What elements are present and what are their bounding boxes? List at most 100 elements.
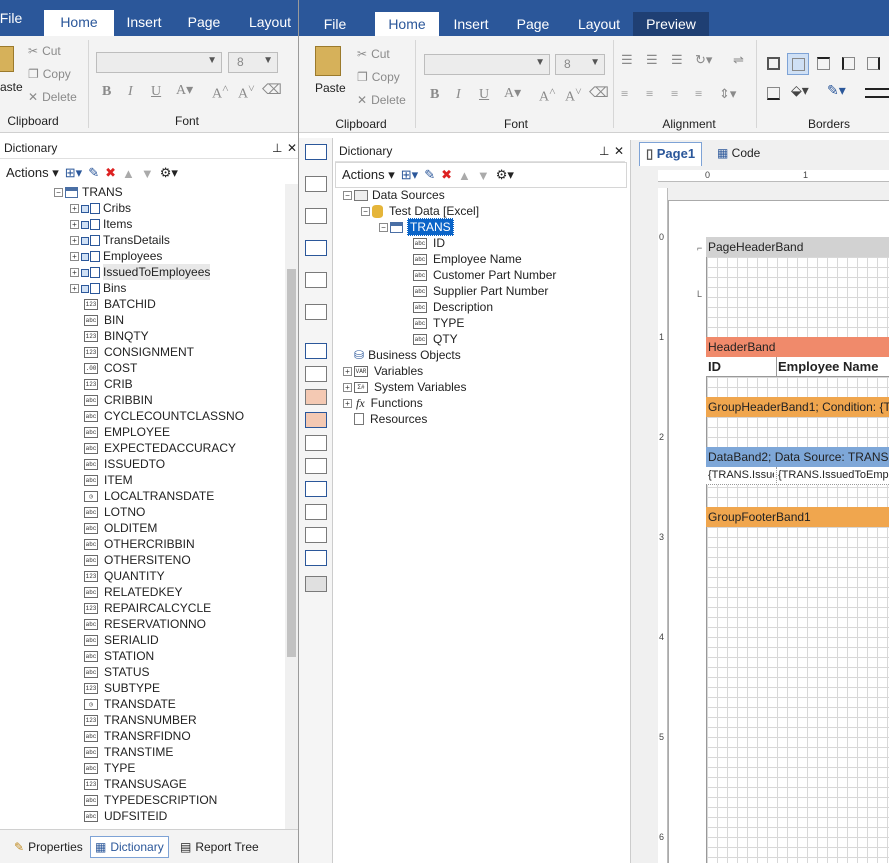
- pin-icon[interactable]: ⊥: [599, 140, 609, 162]
- front-actions-menu[interactable]: Actions ▾: [342, 167, 395, 183]
- tree-column[interactable]: abc RESERVATIONNO: [84, 616, 206, 632]
- front-font-name-combo[interactable]: ▼: [424, 54, 550, 75]
- front-tab-page[interactable]: Page: [507, 12, 559, 36]
- collapse-icon[interactable]: −: [379, 222, 388, 232]
- back-tree-scroll-thumb[interactable]: [287, 269, 296, 657]
- back-cut-button[interactable]: ✂ Cut: [28, 44, 61, 58]
- tree-column[interactable]: 123 SUBTYPE: [84, 680, 160, 696]
- settings-tool-icon[interactable]: [305, 576, 327, 592]
- back-font-size-combo[interactable]: 8 ▼: [228, 52, 278, 73]
- justify-icon[interactable]: ≡: [695, 86, 702, 102]
- underline-icon[interactable]: U: [479, 87, 489, 103]
- tree-column[interactable]: abc OLDITEM: [84, 520, 157, 536]
- back-font-name-combo[interactable]: ▼: [96, 52, 222, 73]
- text-tool-icon[interactable]: [305, 366, 327, 382]
- close-icon[interactable]: ✕: [614, 140, 624, 162]
- tree-column[interactable]: abc TYPE: [84, 760, 135, 776]
- tree-field[interactable]: abc Supplier Part Number: [413, 283, 548, 299]
- doc-tab-code[interactable]: ▦ Code: [713, 142, 764, 166]
- back-tab-insert[interactable]: Insert: [118, 10, 170, 34]
- back-tree-scrollbar[interactable]: [285, 184, 298, 829]
- chart-tool-icon[interactable]: [305, 550, 327, 566]
- band-group-footer[interactable]: GroupFooterBand1: [706, 507, 889, 527]
- tree-relation[interactable]: + IssuedToEmployees: [70, 264, 211, 280]
- expand-icon[interactable]: +: [70, 283, 79, 293]
- font-color-icon[interactable]: A▾: [176, 82, 193, 99]
- rich-text-tool-icon[interactable]: [305, 412, 327, 428]
- barcode-tool-icon[interactable]: [305, 240, 327, 256]
- expand-icon[interactable]: +: [70, 219, 79, 229]
- clear-format-icon[interactable]: ⌫: [262, 82, 282, 99]
- tree-relation[interactable]: + Employees: [70, 248, 162, 264]
- component-tool-icon[interactable]: [305, 304, 327, 320]
- tree-column[interactable]: 123 CONSIGNMENT: [84, 344, 194, 360]
- align-right-icon[interactable]: ≡: [671, 86, 678, 102]
- band-group-header[interactable]: GroupHeaderBand1; Condition: {TR: [706, 397, 889, 417]
- tree-relation[interactable]: + Cribs: [70, 200, 131, 216]
- panel-tool-icon[interactable]: [305, 458, 327, 474]
- tree-column[interactable]: abc BIN: [84, 312, 124, 328]
- front-font-size-combo[interactable]: 8 ▼: [555, 54, 605, 75]
- new-item-icon[interactable]: ⊞▾: [401, 167, 418, 183]
- doc-tab-page1[interactable]: ▯ Page1: [639, 142, 703, 166]
- collapse-icon[interactable]: −: [343, 190, 352, 200]
- tree-column[interactable]: abc OTHERSITENO: [84, 552, 191, 568]
- border-none-button[interactable]: [787, 53, 809, 75]
- tree-connection[interactable]: − Test Data [Excel]: [361, 203, 479, 219]
- tree-column[interactable]: abc LOTNO: [84, 504, 145, 520]
- tree-resources[interactable]: Resources: [343, 411, 427, 427]
- header-cell-employee-name[interactable]: Employee Name: [778, 359, 878, 374]
- edit-icon[interactable]: ✎: [424, 167, 435, 183]
- fill-color-icon[interactable]: ⬙▾: [791, 83, 809, 100]
- pin-icon[interactable]: ⊥: [272, 137, 282, 159]
- tree-field[interactable]: abc Customer Part Number: [413, 267, 556, 283]
- back-copy-button[interactable]: ❐ Copy: [28, 67, 71, 81]
- data-cell-issued-to-emp[interactable]: {TRANS.IssuedToEmp: [778, 469, 889, 481]
- front-tab-insert[interactable]: Insert: [445, 12, 497, 36]
- word-wrap-icon[interactable]: ⇌: [733, 52, 744, 68]
- tree-column[interactable]: abc CRIBBIN: [84, 392, 153, 408]
- collapse-icon[interactable]: −: [54, 187, 63, 197]
- tree-column[interactable]: abc UDFSITEID: [84, 808, 167, 824]
- data-cell-issued[interactable]: {TRANS.Issue: [708, 469, 774, 481]
- front-tab-home[interactable]: Home: [375, 12, 439, 38]
- tree-column[interactable]: 123 REPAIRCALCYCLE: [84, 600, 211, 616]
- tree-column[interactable]: abc TYPEDESCRIPTION: [84, 792, 217, 808]
- grow-font-icon[interactable]: A˄: [539, 85, 556, 106]
- grow-font-icon[interactable]: A˄: [212, 82, 229, 103]
- front-cut-button[interactable]: ✂ Cut: [357, 47, 390, 61]
- move-up-icon[interactable]: ▲: [458, 168, 471, 183]
- tree-column[interactable]: abc TRANSRFIDNO: [84, 728, 191, 744]
- panel-tool-icon[interactable]: [305, 435, 327, 451]
- move-up-icon[interactable]: ▲: [122, 166, 135, 181]
- align-top-right-icon[interactable]: ☰: [671, 52, 683, 68]
- tree-column[interactable]: 123 TRANSNUMBER: [84, 712, 197, 728]
- underline-icon[interactable]: U: [151, 84, 161, 100]
- front-delete-button[interactable]: ✕ Delete: [357, 93, 406, 107]
- expand-icon[interactable]: +: [70, 235, 79, 245]
- report-page[interactable]: PageHeaderBand ⌐ L HeaderBand ID Employe…: [668, 200, 889, 863]
- tree-column[interactable]: abc EXPECTEDACCURACY: [84, 440, 236, 456]
- italic-icon[interactable]: I: [456, 87, 461, 103]
- expand-icon[interactable]: +: [70, 203, 79, 213]
- tree-field[interactable]: abc QTY: [413, 331, 458, 347]
- tab-properties[interactable]: ✎ Properties: [10, 836, 87, 858]
- tree-column[interactable]: 123 CRIB: [84, 376, 133, 392]
- band-page-header[interactable]: PageHeaderBand: [706, 237, 889, 257]
- new-item-icon[interactable]: ⊞▾: [65, 165, 82, 181]
- tree-column[interactable]: .00 COST: [84, 360, 137, 376]
- tree-column[interactable]: abc ITEM: [84, 472, 133, 488]
- move-down-icon[interactable]: ▼: [477, 168, 490, 183]
- image-tool-icon[interactable]: [305, 527, 327, 543]
- back-delete-button[interactable]: ✕ Delete: [28, 90, 77, 104]
- gear-icon[interactable]: ⚙▾: [160, 165, 178, 181]
- tree-data-sources[interactable]: − Data Sources: [343, 187, 445, 203]
- border-bottom-icon[interactable]: [767, 87, 780, 100]
- tree-column[interactable]: abc TRANSTIME: [84, 744, 173, 760]
- clear-format-icon[interactable]: ⌫: [589, 85, 609, 102]
- tree-relation[interactable]: + Items: [70, 216, 132, 232]
- tree-column[interactable]: abc SERIALID: [84, 632, 159, 648]
- back-tab-layout[interactable]: Layout: [240, 10, 298, 34]
- rich-text-tool-icon[interactable]: [305, 389, 327, 405]
- front-copy-button[interactable]: ❐ Copy: [357, 70, 400, 84]
